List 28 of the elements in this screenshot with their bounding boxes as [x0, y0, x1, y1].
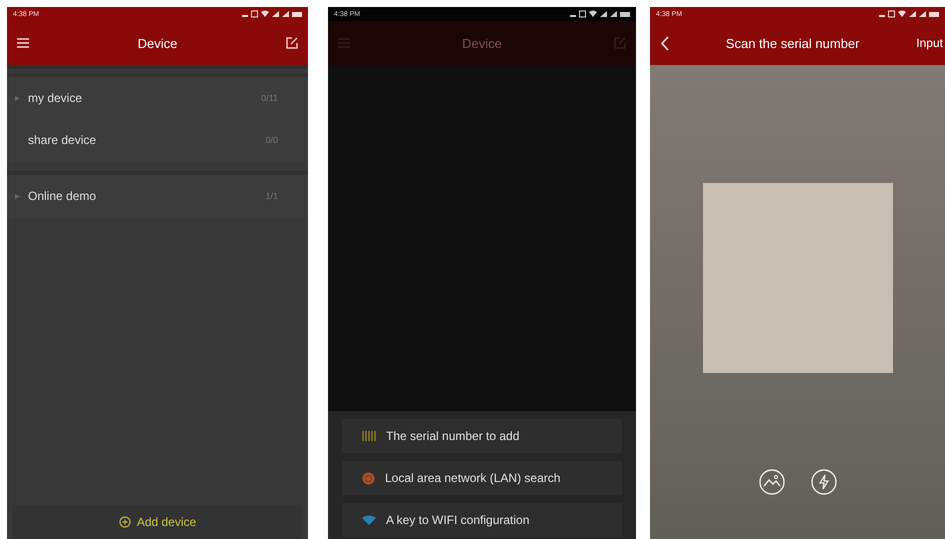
header-title: Scan the serial number: [726, 36, 860, 50]
caret-icon: [15, 96, 20, 100]
wifi-signal-icon: [589, 10, 597, 18]
menu-option[interactable]: A key to WIFI configuration: [342, 503, 622, 537]
device-group-row[interactable]: Online demo 1/1: [7, 175, 308, 217]
square-icon: [888, 10, 895, 18]
device-group-row[interactable]: my device 0/11: [7, 77, 308, 119]
plus-circle-icon: [118, 516, 131, 528]
add-device-button[interactable]: Add device: [13, 505, 302, 539]
menu-option[interactable]: The serial number to add: [342, 419, 622, 453]
flash-icon[interactable]: [810, 469, 836, 495]
square-icon: [579, 10, 586, 18]
caret-icon: [15, 194, 20, 198]
image-icon[interactable]: [758, 469, 784, 495]
battery-icon: [620, 10, 630, 18]
back-icon[interactable]: [660, 36, 669, 50]
wifi-icon: [362, 515, 376, 525]
input-button[interactable]: Input: [916, 36, 943, 50]
square-icon: [251, 10, 258, 18]
battery-icon: [929, 10, 939, 18]
barcode-icon: [362, 431, 376, 441]
wifi-signal-icon: [898, 10, 906, 18]
battery-icon: [292, 10, 302, 18]
header-title: Device: [138, 36, 178, 50]
device-group-row[interactable]: share device 0/0: [7, 119, 308, 161]
menu-option[interactable]: Local area network (LAN) search: [342, 461, 622, 495]
wifi-signal-icon: [261, 10, 269, 18]
header-title: Device: [462, 36, 502, 50]
